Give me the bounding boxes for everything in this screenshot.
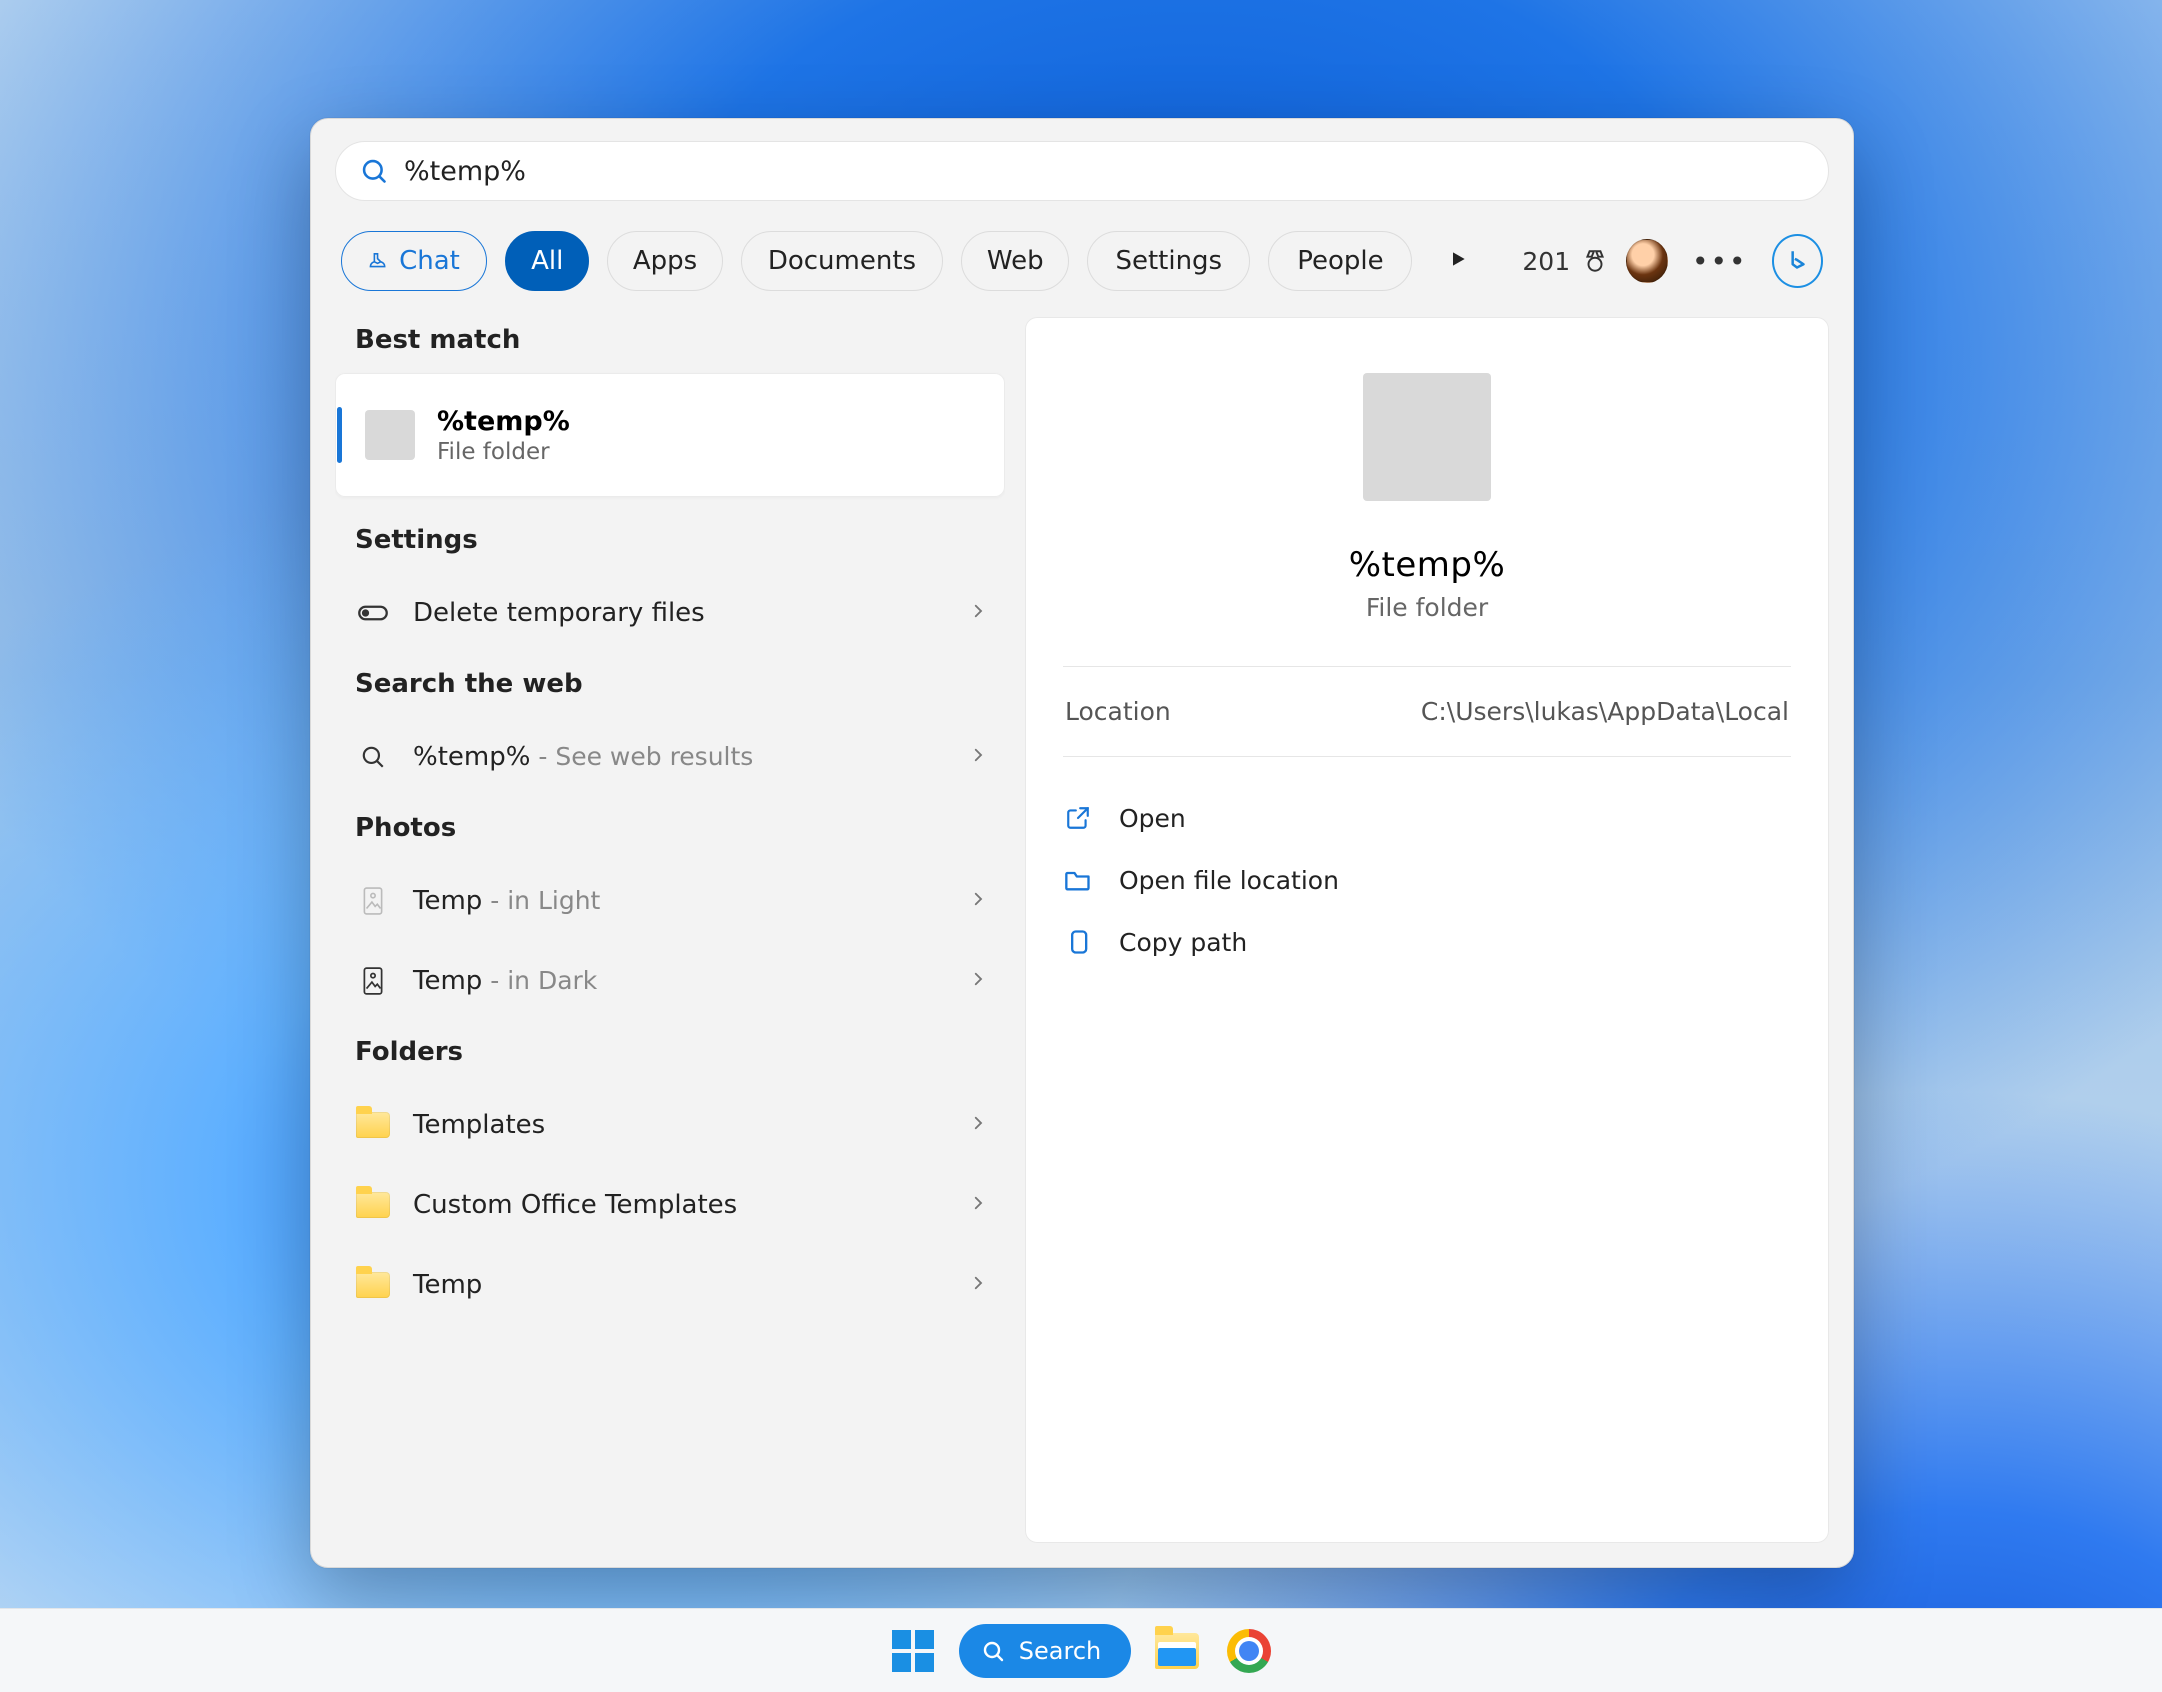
chrome-button[interactable] <box>1223 1625 1275 1677</box>
folder-item-custom-office-templates[interactable]: Custom Office Templates <box>335 1165 1005 1245</box>
preview-title: %temp% <box>1063 545 1791 585</box>
preview-location-row: Location C:\Users\lukas\AppData\Local <box>1063 667 1791 756</box>
folder-open-icon <box>1063 868 1093 892</box>
chevron-right-icon <box>969 1114 987 1136</box>
chat-pill[interactable]: Chat <box>341 231 487 291</box>
chevron-right-icon <box>969 602 987 624</box>
folder-item-templates[interactable]: Templates <box>335 1085 1005 1165</box>
photos-item-name: Temp <box>413 886 482 916</box>
search-icon <box>360 157 388 185</box>
best-match-type: File folder <box>437 439 570 465</box>
section-best-match: Best match <box>335 317 1005 373</box>
location-label: Location <box>1065 697 1171 726</box>
folder-label: Temp <box>413 1270 482 1300</box>
folder-icon <box>355 1112 391 1138</box>
storage-icon <box>355 603 391 623</box>
windows-logo-icon <box>892 1630 934 1672</box>
preview-thumb-icon <box>1363 373 1491 501</box>
section-search-web: Search the web <box>335 661 1005 717</box>
file-explorer-icon <box>1155 1633 1199 1669</box>
section-folders: Folders <box>335 1029 1005 1085</box>
action-copy-path-label: Copy path <box>1119 928 1247 957</box>
search-flyout: Chat All Apps Documents Web Settings Peo… <box>310 118 1854 1568</box>
bing-icon <box>1784 248 1810 274</box>
photos-item-name: Temp <box>413 966 482 996</box>
taskbar: Search <box>0 1608 2162 1692</box>
web-query-text: %temp% <box>413 742 530 772</box>
folder-icon <box>355 1192 391 1218</box>
chevron-right-icon <box>969 970 987 992</box>
photos-item-1[interactable]: Temp - in Light <box>335 861 1005 941</box>
search-filters: Chat All Apps Documents Web Settings Peo… <box>335 231 1829 291</box>
chrome-icon <box>1227 1629 1271 1673</box>
action-open-label: Open <box>1119 804 1186 833</box>
folder-label: Custom Office Templates <box>413 1190 737 1220</box>
filter-all[interactable]: All <box>505 231 590 291</box>
chevron-right-icon <box>969 890 987 912</box>
settings-item-label: Delete temporary files <box>413 598 705 628</box>
web-search-item[interactable]: %temp% - See web results <box>335 717 1005 797</box>
preview-pane: %temp% File folder Location C:\Users\luk… <box>1025 317 1829 1543</box>
play-icon <box>1448 248 1468 270</box>
search-input[interactable] <box>404 156 1804 187</box>
folder-item-temp[interactable]: Temp <box>335 1245 1005 1325</box>
taskbar-search-button[interactable]: Search <box>959 1624 1131 1678</box>
divider <box>1063 756 1791 757</box>
image-icon <box>355 967 391 995</box>
action-open[interactable]: Open <box>1063 787 1791 849</box>
open-icon <box>1063 805 1093 831</box>
more-filters-arrow[interactable] <box>1430 248 1486 274</box>
folder-thumb-icon <box>365 410 415 460</box>
photos-item-2[interactable]: Temp - in Dark <box>335 941 1005 1021</box>
section-photos: Photos <box>335 805 1005 861</box>
filter-settings[interactable]: Settings <box>1087 231 1250 291</box>
user-avatar[interactable] <box>1626 239 1668 283</box>
settings-item-delete-temp[interactable]: Delete temporary files <box>335 573 1005 653</box>
chevron-right-icon <box>969 1274 987 1296</box>
medal-icon <box>1582 246 1608 276</box>
action-copy-path[interactable]: Copy path <box>1063 911 1791 973</box>
filter-apps[interactable]: Apps <box>607 231 722 291</box>
action-open-location[interactable]: Open file location <box>1063 849 1791 911</box>
filter-people[interactable]: People <box>1268 231 1412 291</box>
file-explorer-button[interactable] <box>1151 1625 1203 1677</box>
chevron-right-icon <box>969 746 987 768</box>
chat-pill-label: Chat <box>399 246 460 276</box>
location-value: C:\Users\lukas\AppData\Local <box>1421 697 1789 726</box>
rewards-count: 201 <box>1522 247 1570 276</box>
rewards-points[interactable]: 201 <box>1522 246 1608 276</box>
start-button[interactable] <box>887 1625 939 1677</box>
folder-label: Templates <box>413 1110 545 1140</box>
more-menu-button[interactable]: ••• <box>1686 239 1754 284</box>
bing-chat-icon <box>368 249 387 273</box>
photos-item-suffix: - in Dark <box>482 966 597 995</box>
search-icon <box>981 1639 1005 1663</box>
taskbar-search-label: Search <box>1019 1637 1101 1665</box>
image-icon <box>355 887 391 915</box>
copy-icon <box>1063 928 1093 956</box>
section-settings: Settings <box>335 517 1005 573</box>
results-column: Best match %temp% File folder Settings D… <box>335 317 1005 1543</box>
bing-button[interactable] <box>1772 234 1823 288</box>
action-open-location-label: Open file location <box>1119 866 1339 895</box>
best-match-title: %temp% <box>437 406 570 437</box>
search-icon <box>355 744 391 770</box>
folder-icon <box>355 1272 391 1298</box>
web-suffix: - See web results <box>530 742 753 771</box>
chevron-right-icon <box>969 1194 987 1216</box>
photos-item-suffix: - in Light <box>482 886 600 915</box>
preview-type: File folder <box>1063 593 1791 622</box>
best-match-item[interactable]: %temp% File folder <box>335 373 1005 497</box>
filter-web[interactable]: Web <box>961 231 1069 291</box>
search-bar[interactable] <box>335 141 1829 201</box>
filter-documents[interactable]: Documents <box>741 231 944 291</box>
